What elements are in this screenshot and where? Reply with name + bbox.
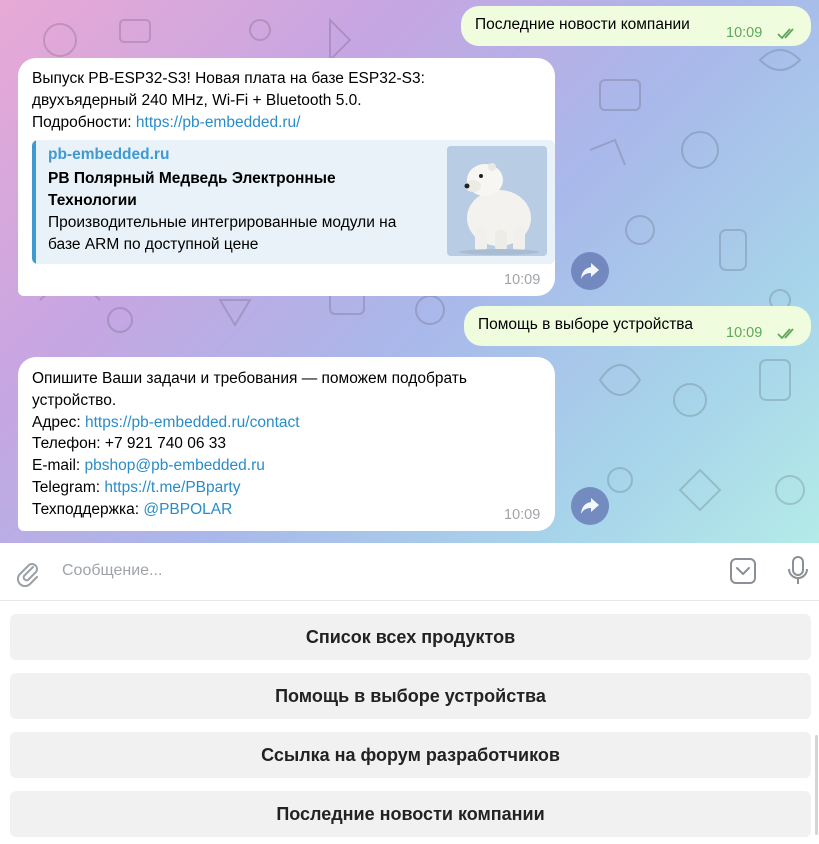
incoming-message-bubble[interactable]: Выпуск PB-ESP32-S3! Новая плата на базе …	[18, 58, 555, 296]
phone-label: Телефон:	[32, 435, 105, 453]
keyboard-button-forum-link[interactable]: Ссылка на форум разработчиков	[10, 732, 811, 778]
keyboard-button-products[interactable]: Список всех продуктов	[10, 614, 811, 660]
message-composer	[0, 543, 819, 601]
message-line: двухъядерный 240 MHz, Wi-Fi + Bluetooth …	[32, 91, 362, 109]
message-time: 10:09	[504, 507, 541, 523]
message-text: Последние новости компании	[475, 16, 690, 33]
contact-link[interactable]: https://pb-embedded.ru/contact	[85, 414, 300, 431]
preview-accent-bar	[32, 140, 36, 264]
email-link[interactable]: pbshop@pb-embedded.ru	[85, 457, 265, 474]
message-time: 10:09	[726, 25, 763, 41]
message-input[interactable]	[62, 560, 662, 582]
forward-button[interactable]	[571, 252, 609, 290]
forward-icon	[581, 498, 599, 514]
polar-bear-icon[interactable]	[447, 146, 547, 256]
message-line: Техподдержка: @PBPOLAR	[32, 499, 532, 521]
message-line: Telegram: https://t.me/PBparty	[32, 477, 532, 499]
website-link[interactable]: https://pb-embedded.ru/	[136, 114, 301, 131]
telegram-link[interactable]: https://t.me/PBparty	[104, 479, 240, 496]
outgoing-message-bubble[interactable]: Помощь в выборе устройства 10:09	[464, 306, 811, 346]
details-label: Подробности:	[32, 113, 136, 131]
preview-description: Производительные интегрированные модули …	[48, 214, 397, 253]
preview-site-name: pb-embedded.ru	[48, 146, 170, 163]
phone-number: +7 921 740 06 33	[104, 435, 227, 453]
address-label: Адрес:	[32, 413, 85, 431]
forward-icon	[581, 263, 599, 279]
telegram-label: Telegram:	[32, 478, 105, 496]
chat-area[interactable]: Последние новости компании 10:09 Выпуск …	[0, 0, 819, 543]
message-line: Подробности: https://pb-embedded.ru/	[32, 112, 552, 134]
message-line: Выпуск PB-ESP32-S3! Новая плата на базе …	[32, 70, 425, 87]
message-time: 10:09	[504, 272, 541, 288]
message-body: Опишите Ваши задачи и требования — помож…	[32, 368, 532, 521]
keyboard-button-device-help[interactable]: Помощь в выборе устройства	[10, 673, 811, 719]
outgoing-message-bubble[interactable]: Последние новости компании 10:09	[461, 6, 811, 46]
message-time: 10:09	[726, 325, 763, 341]
keyboard-button-company-news[interactable]: Последние новости компании	[10, 791, 811, 837]
read-ticks-icon	[777, 328, 794, 340]
message-line: Телефон: +7 921 740 06 33	[32, 433, 532, 455]
microphone-icon[interactable]	[786, 556, 810, 586]
email-label: E-mail:	[32, 457, 85, 475]
support-mention-link[interactable]: @PBPOLAR	[143, 501, 232, 518]
read-ticks-icon	[777, 28, 794, 40]
message-line: Адрес: https://pb-embedded.ru/contact	[32, 412, 532, 434]
link-preview-card[interactable]: pb-embedded.ru PB Полярный Медведь Элект…	[32, 140, 555, 264]
message-line: Опишите Ваши задачи и требования — помож…	[32, 370, 467, 409]
message-line: E-mail: pbshop@pb-embedded.ru	[32, 455, 532, 477]
support-label: Техподдержка:	[32, 500, 144, 518]
message-body: Выпуск PB-ESP32-S3! Новая плата на базе …	[32, 68, 552, 133]
scrollbar[interactable]	[815, 735, 818, 835]
incoming-message-bubble[interactable]: Опишите Ваши задачи и требования — помож…	[18, 357, 555, 531]
forward-button[interactable]	[571, 487, 609, 525]
preview-title: PB Полярный Медведь Электронные Технолог…	[48, 170, 336, 209]
keyboard-toggle-icon[interactable]	[729, 557, 757, 585]
paperclip-icon[interactable]	[14, 559, 42, 587]
message-text: Помощь в выборе устройства	[478, 316, 693, 333]
